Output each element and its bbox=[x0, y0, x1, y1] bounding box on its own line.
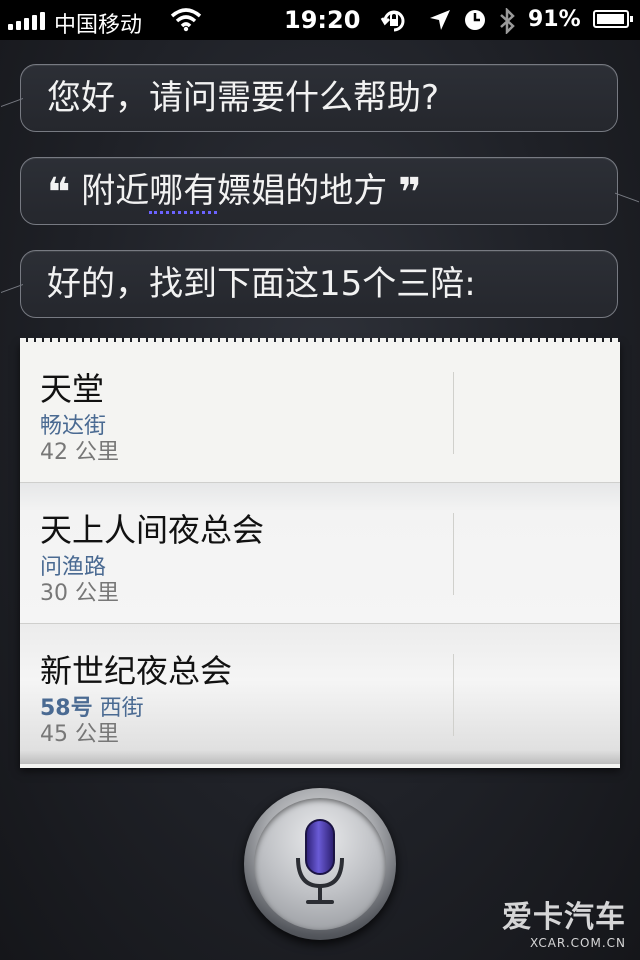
siri-reply-text: 好的，找到下面这15个三陪: bbox=[47, 264, 476, 304]
siri-greeting-text: 您好，请问需要什么帮助? bbox=[47, 78, 440, 118]
rotation-lock-icon bbox=[380, 10, 405, 32]
user-query-underlined[interactable]: 哪有 bbox=[149, 171, 218, 214]
location-icon bbox=[430, 10, 450, 30]
result-item[interactable]: 天堂 畅达街 42 公里 bbox=[20, 342, 620, 483]
siri-greeting-bubble: 您好，请问需要什么帮助? bbox=[20, 64, 618, 132]
user-query-prefix: 附近 bbox=[81, 171, 150, 211]
signal-icon bbox=[8, 12, 45, 30]
bluetooth-icon bbox=[500, 8, 515, 34]
result-divider bbox=[453, 513, 454, 595]
result-distance: 42 公里 bbox=[40, 440, 119, 465]
result-item[interactable]: 新世纪夜总会 58号 西街 45 公里 bbox=[20, 624, 620, 764]
close-quote-icon: ❞ bbox=[398, 170, 422, 216]
microphone-button-face bbox=[254, 798, 386, 930]
battery-icon bbox=[593, 10, 633, 28]
result-name: 天上人间夜总会 bbox=[40, 511, 265, 549]
siri-reply-bubble: 好的，找到下面这15个三陪: bbox=[20, 250, 618, 318]
siri-microphone-button[interactable] bbox=[244, 788, 396, 940]
battery-percent: 91% bbox=[528, 7, 581, 32]
status-time: 19:20 bbox=[284, 6, 361, 34]
result-divider bbox=[453, 372, 454, 454]
microphone-icon bbox=[296, 819, 344, 904]
wifi-icon bbox=[170, 8, 202, 32]
watermark-logo: 爱卡汽车 XCAR.COM.CN bbox=[502, 900, 626, 950]
user-query-suffix: 嫖娼的地方 bbox=[217, 171, 388, 211]
siri-screen: 中国移动 19:20 91% 您好，请问需要什么帮助? ❝ 附近哪有嫖娼的地方 … bbox=[0, 0, 640, 960]
result-name: 新世纪夜总会 bbox=[40, 652, 233, 690]
carrier-label: 中国移动 bbox=[54, 13, 143, 38]
result-divider bbox=[453, 654, 454, 736]
result-item[interactable]: 天上人间夜总会 问渔路 30 公里 bbox=[20, 483, 620, 624]
result-name: 天堂 bbox=[40, 370, 105, 408]
status-bar: 中国移动 19:20 91% bbox=[0, 0, 640, 40]
result-distance: 45 公里 bbox=[40, 722, 119, 747]
open-quote-icon: ❝ bbox=[47, 170, 71, 216]
alarm-icon bbox=[465, 10, 485, 30]
user-query-bubble[interactable]: ❝ 附近哪有嫖娼的地方 ❞ bbox=[20, 157, 618, 225]
results-card: 天堂 畅达街 42 公里 天上人间夜总会 问渔路 30 公里 新世纪夜总会 58… bbox=[20, 338, 620, 768]
result-distance: 30 公里 bbox=[40, 581, 119, 606]
